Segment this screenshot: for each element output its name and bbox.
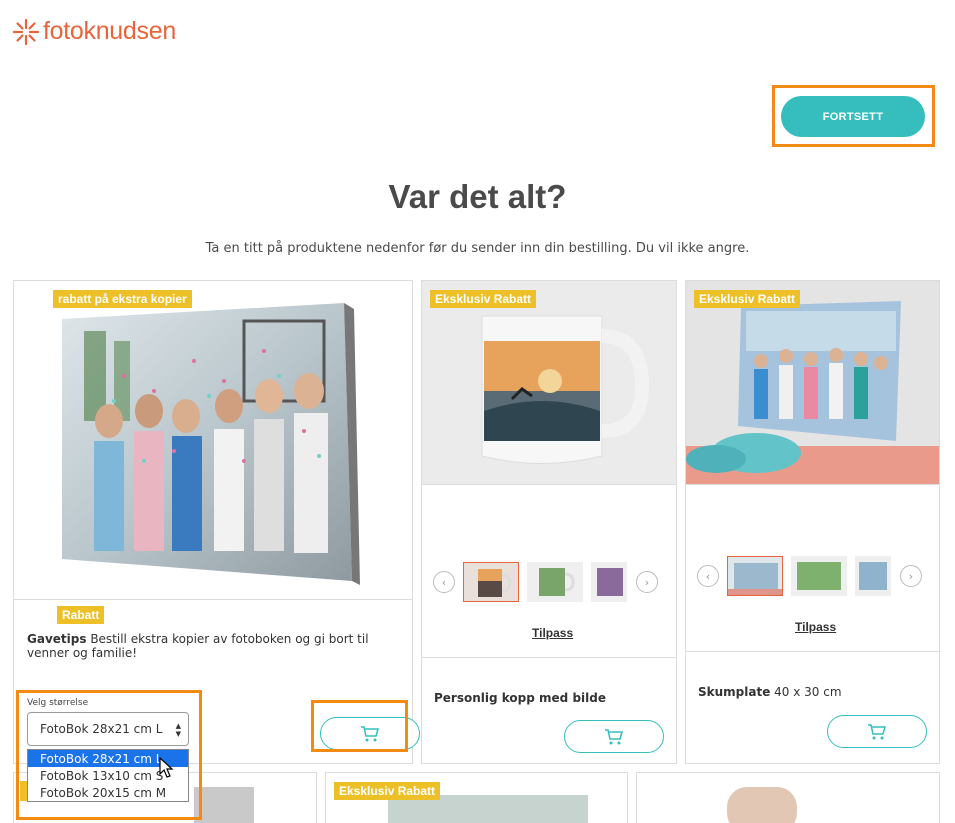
foamboard-image <box>686 281 939 484</box>
tag-badge: Rabatt <box>57 606 105 624</box>
product-image[interactable] <box>727 787 797 823</box>
customize-link[interactable]: Tilpass <box>532 626 573 640</box>
photobook-image <box>62 303 360 585</box>
product-name-text: 40 x 30 cm <box>770 685 842 699</box>
mug-image <box>422 281 676 484</box>
thumbnail[interactable] <box>855 556 891 596</box>
product-image[interactable] <box>422 281 676 484</box>
chevron-left-icon[interactable]: ‹ <box>697 565 719 587</box>
thumbnail[interactable] <box>591 562 627 602</box>
product-description: Gavetips Bestill ekstra kopier av fotobo… <box>27 632 397 661</box>
product-card-photobook: rabatt på ekstra kopier Rabatt Gavetips … <box>13 280 413 764</box>
product-name-bold: Skumplate <box>698 685 771 699</box>
chevron-right-icon[interactable]: › <box>636 571 658 593</box>
logo-mark-icon <box>12 18 40 45</box>
thumbnail-carousel: ‹ › <box>697 556 922 596</box>
product-name-bold: Personlig kopp med bilde <box>434 691 606 705</box>
customize-link[interactable]: Tilpass <box>795 620 836 634</box>
product-image[interactable] <box>14 281 412 599</box>
logo[interactable]: fotoknudsen <box>12 17 176 46</box>
cart-icon <box>868 723 886 739</box>
thumbnail[interactable] <box>791 556 847 596</box>
product-name: Skumplate 40 x 30 cm <box>698 685 842 700</box>
logo-text: fotoknudsen <box>43 17 176 45</box>
discount-badge: rabatt på ekstra kopier <box>53 290 192 308</box>
discount-badge: Eksklusiv Rabatt <box>694 290 801 308</box>
product-image[interactable] <box>686 281 939 484</box>
product-card-mug: Eksklusiv Rabatt ‹ › Tilpass Personlig k… <box>421 280 677 764</box>
continue-button[interactable]: FORTSETT <box>781 96 925 137</box>
size-label: Velg størrelse <box>27 698 89 708</box>
page-title: Var det alt? <box>388 178 567 215</box>
product-card-row2 <box>636 772 940 823</box>
cart-icon <box>605 728 623 744</box>
size-selected-value: FotoBok 28x21 cm L <box>40 722 163 736</box>
select-arrows-icon: ▲ ▼ <box>175 722 181 738</box>
chevron-left-icon[interactable]: ‹ <box>433 571 455 593</box>
chevron-right-icon[interactable]: › <box>900 565 922 587</box>
thumbnail[interactable] <box>727 556 783 596</box>
add-to-cart-button[interactable] <box>827 715 927 748</box>
product-name: Personlig kopp med bilde <box>434 691 606 706</box>
cart-highlight <box>311 700 408 752</box>
size-select[interactable]: FotoBok 28x21 cm L ▲ ▼ <box>27 712 189 746</box>
size-option[interactable]: FotoBok 20x15 cm M <box>28 784 188 801</box>
product-card-row2: Eksklusiv Rabatt <box>325 772 628 823</box>
thumbnail-carousel: ‹ › <box>433 562 658 602</box>
add-to-cart-button[interactable] <box>564 720 664 753</box>
product-image[interactable] <box>194 787 254 823</box>
discount-badge: Eksklusiv Rabatt <box>334 782 441 800</box>
thumbnail[interactable] <box>463 562 519 602</box>
page-subtitle: Ta en titt på produktene nedenfor før du… <box>205 241 750 256</box>
mouse-cursor-icon <box>159 757 174 778</box>
discount-badge: Eksklusiv Rabatt <box>430 290 537 308</box>
product-card-foamboard: Eksklusiv Rabatt ‹ › Tilpass Skumplate 4… <box>685 280 940 764</box>
description-bold: Gavetips <box>27 632 87 646</box>
thumbnail[interactable] <box>527 562 583 602</box>
